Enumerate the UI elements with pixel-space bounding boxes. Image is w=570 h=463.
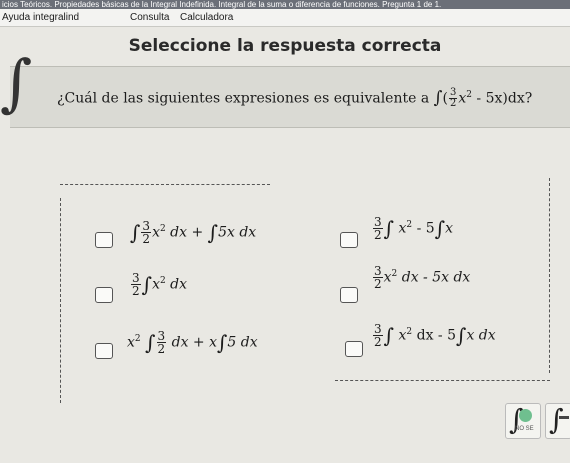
option-1-text[interactable]: ∫ 3 2 x2 dx + ∫5x dx — [130, 220, 256, 245]
option-3-text[interactable]: 3 2 ∫x2 dx — [130, 272, 187, 297]
integral-icon: ∫ — [207, 220, 219, 245]
integral-icon: ∫ — [456, 323, 467, 348]
dash-icon — [559, 416, 569, 419]
next-integral-button[interactable]: ∫ — [545, 403, 570, 439]
option-4-text[interactable]: 3 2 x2 dx - 5x dx — [372, 265, 470, 290]
open-paren: ( — [442, 90, 448, 107]
divider — [549, 178, 550, 373]
integral-icon: ∫ — [433, 88, 443, 108]
option-6-checkbox[interactable] — [345, 341, 363, 357]
integral-decoration-icon: ∫ — [0, 46, 33, 119]
window-title-bar: icios Teóricos. Propiedades básicas de l… — [0, 0, 570, 9]
integral-icon: ∫ — [130, 220, 141, 245]
option-5-text[interactable]: x2 ∫ 3 2 dx + x∫5 dx — [127, 330, 258, 355]
divider — [335, 380, 550, 381]
option-2-checkbox[interactable] — [340, 232, 358, 248]
menu-item-calculator[interactable]: Calculadora — [180, 12, 233, 23]
question-prefix: ¿Cuál de las siguientes expresiones es e… — [57, 90, 430, 107]
divider — [60, 198, 61, 403]
divider — [60, 184, 270, 185]
question-rest: - 5x)dx? — [471, 90, 533, 107]
option-4-checkbox[interactable] — [340, 287, 358, 303]
menu-bar: Ayuda integralind Consulta Calculadora — [0, 9, 570, 27]
option-5-checkbox[interactable] — [95, 343, 113, 359]
integral-icon: ∫ — [217, 330, 228, 355]
menu-item-help[interactable]: Ayuda integralind — [2, 12, 79, 23]
option-2-text[interactable]: 3 2 ∫ x2 - 5∫x — [372, 216, 453, 241]
integral-icon: ∫ — [141, 272, 153, 297]
option-1-checkbox[interactable] — [95, 232, 113, 248]
no-se-button[interactable]: ∫ NO SE — [505, 403, 541, 439]
integral-icon: ∫ — [383, 216, 395, 241]
question-text: ¿Cuál de las siguientes expresiones es e… — [57, 88, 532, 109]
smiley-icon — [519, 409, 532, 422]
option-3-checkbox[interactable] — [95, 287, 113, 303]
page-title: Seleccione la respuesta correcta — [128, 36, 442, 56]
integral-icon: ∫ — [145, 330, 156, 355]
integral-icon: ∫ — [549, 403, 564, 436]
menu-item-consult[interactable]: Consulta — [130, 12, 169, 23]
question-fraction: 32 — [448, 87, 458, 109]
option-6-text[interactable]: 3 2 ∫ x2 dx - 5∫x dx — [372, 323, 496, 348]
integral-icon: ∫ — [383, 323, 395, 348]
no-se-label: NO SE — [515, 426, 534, 432]
window-title: icios Teóricos. Propiedades básicas de l… — [2, 0, 442, 9]
integral-icon: ∫ — [434, 216, 446, 241]
